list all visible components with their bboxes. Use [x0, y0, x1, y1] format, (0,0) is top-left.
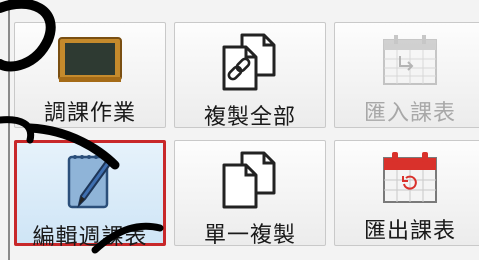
import-schedule-button[interactable]: 匯入課表 — [334, 22, 479, 128]
copy-link-icon — [218, 31, 282, 93]
edit-weekly-schedule-button[interactable]: 編輯週課表 — [14, 140, 166, 250]
chalkboard-icon — [57, 31, 123, 89]
export-schedule-button[interactable]: 匯出課表 — [334, 140, 479, 246]
copy-icon — [218, 149, 282, 211]
calendar-import-icon — [380, 31, 440, 89]
left-divider — [8, 0, 10, 260]
export-schedule-label: 匯出課表 — [363, 219, 456, 244]
single-copy-label: 單一複製 — [203, 223, 296, 248]
import-schedule-label: 匯入課表 — [363, 101, 456, 126]
copy-all-label: 複製全部 — [203, 105, 296, 130]
edit-notebook-icon — [61, 151, 119, 213]
calendar-export-icon — [380, 149, 440, 207]
schedule-adjust-button[interactable]: 調課作業 — [14, 22, 166, 128]
schedule-adjust-label: 調課作業 — [43, 101, 136, 126]
single-copy-button[interactable]: 單一複製 — [174, 140, 326, 248]
copy-all-button[interactable]: 複製全部 — [174, 22, 326, 130]
edit-weekly-schedule-label: 編輯週課表 — [32, 225, 148, 250]
